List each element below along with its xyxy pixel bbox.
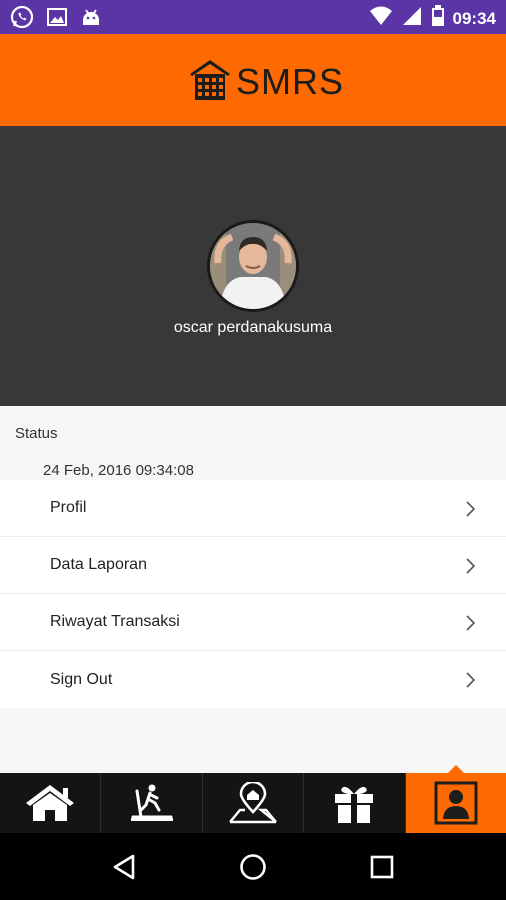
- menu-item-sign-out[interactable]: Sign Out: [0, 651, 506, 708]
- menu-item-label: Data Laporan: [50, 556, 147, 573]
- user-name: oscar perdanakusuma: [173, 319, 333, 336]
- status-bar: 09:34: [0, 0, 506, 34]
- wifi-icon: [369, 5, 393, 32]
- app-header: SMRS: [0, 34, 506, 126]
- recents-icon: [370, 855, 393, 878]
- status-section: Status 24 Feb, 2016 09:34:08: [0, 406, 506, 480]
- tab-exercise[interactable]: [101, 773, 203, 833]
- chevron-right-icon: [466, 501, 476, 517]
- back-icon: [114, 854, 135, 879]
- chevron-right-icon: [466, 615, 476, 631]
- menu-item-riwayat-transaksi[interactable]: Riwayat Transaksi: [0, 594, 506, 651]
- menu-item-profil[interactable]: Profil: [0, 480, 506, 537]
- image-icon: [46, 6, 68, 33]
- gift-icon: [335, 786, 374, 823]
- signal-icon: [401, 5, 423, 32]
- battery-icon: [431, 5, 445, 32]
- menu-item-label: Riwayat Transaksi: [50, 613, 180, 630]
- tab-profile[interactable]: [405, 765, 506, 833]
- chevron-right-icon: [466, 558, 476, 574]
- status-timestamp: 24 Feb, 2016 09:34:08: [43, 462, 194, 479]
- avatar[interactable]: [207, 220, 299, 312]
- clock: 09:34: [452, 8, 496, 28]
- app-logo: SMRS: [188, 56, 344, 107]
- treadmill-icon: [130, 784, 173, 821]
- home-circle-icon: [240, 853, 266, 880]
- chevron-right-icon: [466, 672, 476, 688]
- menu-item-label: Profil: [50, 499, 87, 516]
- bottom-nav: [0, 765, 506, 833]
- back-button[interactable]: [94, 842, 154, 892]
- profile-icon: [434, 781, 478, 825]
- home-icon: [26, 785, 75, 821]
- building-icon: [188, 56, 234, 107]
- status-label: Status: [15, 425, 58, 442]
- profile-panel: oscar perdanakusuma: [0, 126, 506, 406]
- menu-list: Profil Data Laporan Riwayat Transaksi Si…: [0, 480, 506, 708]
- recents-button[interactable]: [352, 842, 412, 892]
- tab-home[interactable]: [0, 773, 102, 833]
- android-icon: [80, 6, 102, 33]
- location-map-icon: [229, 782, 277, 824]
- whatsapp-icon: [10, 5, 34, 34]
- tab-location[interactable]: [203, 773, 305, 833]
- menu-item-label: Sign Out: [50, 670, 113, 688]
- menu-item-data-laporan[interactable]: Data Laporan: [0, 537, 506, 594]
- logo-text: SMRS: [236, 60, 345, 102]
- home-button[interactable]: [223, 842, 283, 892]
- tab-rewards[interactable]: [304, 773, 406, 833]
- system-nav-bar: [0, 833, 506, 900]
